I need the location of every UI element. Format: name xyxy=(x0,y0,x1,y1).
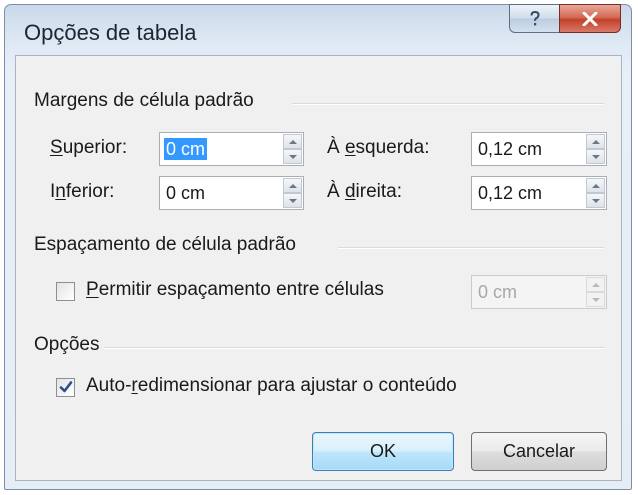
left-margin-increment[interactable] xyxy=(586,134,605,149)
right-margin-value[interactable]: 0,12 cm xyxy=(476,182,544,204)
right-margin-label: À direita: xyxy=(327,181,402,202)
right-margin-increment[interactable] xyxy=(586,178,605,193)
spacing-stepper: 0 cm xyxy=(471,275,607,309)
margins-group-divider xyxy=(292,103,604,105)
bottom-margin-stepper[interactable]: 0 cm xyxy=(159,176,304,210)
allow-spacing-checkbox[interactable] xyxy=(56,282,75,301)
options-group-label: Opções xyxy=(34,334,100,355)
down-arrow-icon xyxy=(288,154,297,159)
dialog-title: Opções de tabela xyxy=(24,20,197,45)
down-arrow-icon xyxy=(591,297,600,302)
close-x-icon xyxy=(582,11,598,26)
help-button[interactable] xyxy=(509,4,560,33)
autoresize-label[interactable]: Auto-redimensionar para ajustar o conteú… xyxy=(86,375,457,397)
cancel-button[interactable]: Cancelar xyxy=(471,432,607,471)
left-margin-label: À esquerda: xyxy=(327,137,430,158)
right-margin-decrement[interactable] xyxy=(586,193,605,208)
right-margin-stepper[interactable]: 0,12 cm xyxy=(471,176,607,210)
top-margin-value[interactable]: 0 cm xyxy=(164,138,208,160)
top-margin-increment[interactable] xyxy=(283,134,302,149)
margins-group-label: Margens de célula padrão xyxy=(34,90,254,111)
spacing-decrement xyxy=(586,292,605,307)
autoresize-checkbox[interactable] xyxy=(56,378,75,397)
up-arrow-icon xyxy=(591,282,600,287)
up-arrow-icon xyxy=(288,183,297,188)
dialog-body: Margens de célula padrão Superior: 0 cm … xyxy=(15,55,622,481)
close-button[interactable] xyxy=(559,4,621,33)
bottom-margin-label: Inferior: xyxy=(50,181,115,202)
up-arrow-icon xyxy=(288,139,297,144)
up-arrow-icon xyxy=(591,139,600,144)
top-margin-label: Superior: xyxy=(50,137,128,158)
spacing-increment xyxy=(586,277,605,292)
left-margin-value[interactable]: 0,12 cm xyxy=(476,138,544,160)
left-margin-decrement[interactable] xyxy=(586,149,605,164)
bottom-margin-increment[interactable] xyxy=(283,178,302,193)
checkmark-icon xyxy=(59,381,73,393)
down-arrow-icon xyxy=(591,154,600,159)
left-margin-stepper[interactable]: 0,12 cm xyxy=(471,132,607,166)
title-bar[interactable]: Opções de tabela xyxy=(5,4,631,55)
spacing-value: 0 cm xyxy=(478,282,518,302)
bottom-margin-value[interactable]: 0 cm xyxy=(164,182,207,204)
bottom-margin-decrement[interactable] xyxy=(283,193,302,208)
up-arrow-icon xyxy=(591,183,600,188)
spacing-group-divider xyxy=(338,247,604,249)
down-arrow-icon xyxy=(288,198,297,203)
ok-button[interactable]: OK xyxy=(312,432,454,471)
allow-spacing-label[interactable]: Permitir espaçamento entre células xyxy=(86,279,384,301)
question-mark-icon xyxy=(530,10,540,25)
spacing-group-label: Espaçamento de célula padrão xyxy=(34,234,296,255)
down-arrow-icon xyxy=(591,198,600,203)
options-group-divider xyxy=(104,347,604,349)
table-options-dialog: Opções de tabela Margens de célula padrã… xyxy=(4,4,632,490)
top-margin-decrement[interactable] xyxy=(283,149,302,164)
top-margin-stepper[interactable]: 0 cm xyxy=(159,132,304,166)
